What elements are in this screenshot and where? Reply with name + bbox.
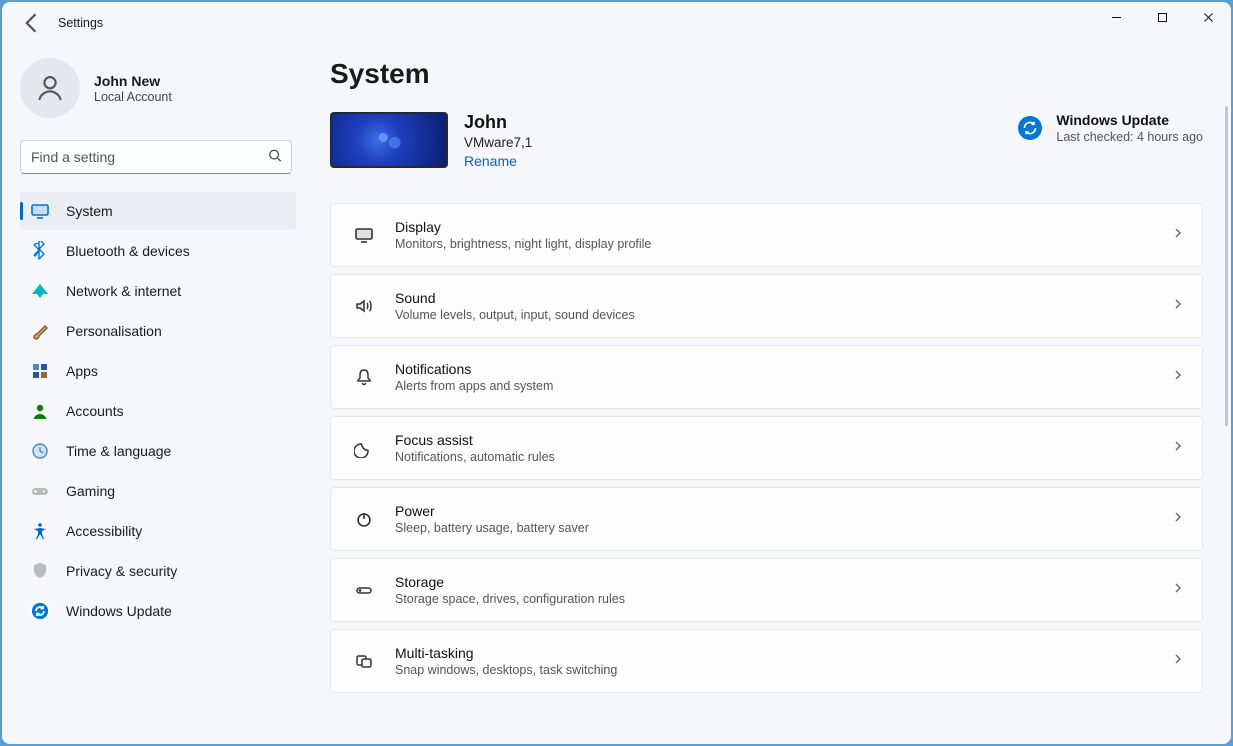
window-title: Settings [58, 16, 103, 30]
refresh-icon [1018, 116, 1042, 140]
window-controls [1093, 2, 1231, 34]
sidebar-item-privacy[interactable]: Privacy & security [20, 552, 296, 590]
tile-subtitle: Storage space, drives, configuration rul… [395, 592, 1172, 606]
tile-notifications[interactable]: Notifications Alerts from apps and syste… [330, 345, 1203, 409]
sidebar-item-personalisation[interactable]: Personalisation [20, 312, 296, 350]
sidebar-item-label: Gaming [66, 483, 115, 499]
tile-subtitle: Monitors, brightness, night light, displ… [395, 237, 1172, 251]
avatar-icon [20, 58, 80, 118]
chevron-right-icon [1172, 226, 1184, 244]
sidebar-item-apps[interactable]: Apps [20, 352, 296, 390]
multitask-icon [349, 651, 379, 671]
sidebar-item-network[interactable]: Network & internet [20, 272, 296, 310]
tile-storage[interactable]: Storage Storage space, drives, configura… [330, 558, 1203, 622]
windows-update-block[interactable]: Windows Update Last checked: 4 hours ago [1018, 112, 1203, 144]
chevron-right-icon [1172, 439, 1184, 457]
search-input[interactable] [20, 140, 292, 174]
account-block[interactable]: John New Local Account [2, 54, 310, 132]
sidebar-item-update[interactable]: Windows Update [20, 592, 296, 630]
shield-icon [30, 561, 50, 581]
page-title: System [330, 58, 1203, 90]
sidebar-item-bluetooth[interactable]: Bluetooth & devices [20, 232, 296, 270]
sidebar-item-accessibility[interactable]: Accessibility [20, 512, 296, 550]
moon-icon [349, 438, 379, 458]
system-tiles: Display Monitors, brightness, night ligh… [330, 203, 1203, 693]
clock-icon [30, 441, 50, 461]
wifi-icon [30, 281, 50, 301]
bell-icon [349, 367, 379, 387]
sound-icon [349, 296, 379, 316]
monitor-icon [30, 201, 50, 221]
main-content: System John VMware7,1 Rename Windows Upd… [310, 44, 1231, 744]
device-thumbnail[interactable] [330, 112, 448, 168]
title-bar: Settings [2, 2, 1231, 44]
sidebar-item-accounts[interactable]: Accounts [20, 392, 296, 430]
refresh-icon [30, 601, 50, 621]
tile-subtitle: Snap windows, desktops, task switching [395, 663, 1172, 677]
account-name: John New [94, 73, 172, 89]
sidebar-item-time[interactable]: Time & language [20, 432, 296, 470]
sidebar-item-label: Bluetooth & devices [66, 243, 190, 259]
rename-link[interactable]: Rename [464, 153, 517, 169]
sidebar-item-label: Accessibility [66, 523, 142, 539]
sidebar-item-system[interactable]: System [20, 192, 296, 230]
chevron-right-icon [1172, 652, 1184, 670]
sidebar-item-label: System [66, 203, 113, 219]
gamepad-icon [30, 481, 50, 501]
sidebar: John New Local Account System Bluetooth … [2, 44, 310, 744]
sidebar-item-label: Privacy & security [66, 563, 177, 579]
sidebar-item-label: Accounts [66, 403, 124, 419]
sidebar-item-label: Network & internet [66, 283, 181, 299]
brush-icon [30, 321, 50, 341]
chevron-right-icon [1172, 368, 1184, 386]
tile-subtitle: Notifications, automatic rules [395, 450, 1172, 464]
tile-title: Notifications [395, 361, 1172, 377]
storage-icon [349, 580, 379, 600]
device-name: John [464, 112, 532, 133]
account-type: Local Account [94, 90, 172, 104]
tile-sound[interactable]: Sound Volume levels, output, input, soun… [330, 274, 1203, 338]
tile-power[interactable]: Power Sleep, battery usage, battery save… [330, 487, 1203, 551]
tile-title: Sound [395, 290, 1172, 306]
tile-subtitle: Sleep, battery usage, battery saver [395, 521, 1172, 535]
person-icon [30, 401, 50, 421]
scrollbar[interactable] [1225, 106, 1229, 732]
minimize-button[interactable] [1093, 2, 1139, 32]
tile-title: Power [395, 503, 1172, 519]
tile-subtitle: Alerts from apps and system [395, 379, 1172, 393]
windows-update-title: Windows Update [1056, 112, 1203, 128]
device-model: VMware7,1 [464, 135, 532, 150]
bluetooth-icon [30, 241, 50, 261]
access-icon [30, 521, 50, 541]
windows-update-status: Last checked: 4 hours ago [1056, 130, 1203, 144]
chevron-right-icon [1172, 581, 1184, 599]
tile-title: Multi-tasking [395, 645, 1172, 661]
tile-title: Focus assist [395, 432, 1172, 448]
apps-icon [30, 361, 50, 381]
monitor-icon [349, 225, 379, 245]
chevron-right-icon [1172, 510, 1184, 528]
tile-title: Display [395, 219, 1172, 235]
sidebar-item-label: Personalisation [66, 323, 162, 339]
tile-title: Storage [395, 574, 1172, 590]
device-row: John VMware7,1 Rename Windows Update Las… [330, 112, 1203, 171]
sidebar-item-label: Windows Update [66, 603, 172, 619]
back-button[interactable] [18, 9, 46, 37]
maximize-button[interactable] [1139, 2, 1185, 32]
sidebar-item-label: Time & language [66, 443, 171, 459]
power-icon [349, 509, 379, 529]
nav-list: System Bluetooth & devices Network & int… [2, 192, 310, 632]
settings-window: Settings John New L [2, 2, 1231, 744]
tile-focus[interactable]: Focus assist Notifications, automatic ru… [330, 416, 1203, 480]
chevron-right-icon [1172, 297, 1184, 315]
tile-subtitle: Volume levels, output, input, sound devi… [395, 308, 1172, 322]
sidebar-item-label: Apps [66, 363, 98, 379]
close-button[interactable] [1185, 2, 1231, 32]
tile-display[interactable]: Display Monitors, brightness, night ligh… [330, 203, 1203, 267]
search-icon [268, 149, 282, 166]
scrollbar-thumb[interactable] [1225, 106, 1228, 426]
sidebar-item-gaming[interactable]: Gaming [20, 472, 296, 510]
tile-multitask[interactable]: Multi-tasking Snap windows, desktops, ta… [330, 629, 1203, 693]
